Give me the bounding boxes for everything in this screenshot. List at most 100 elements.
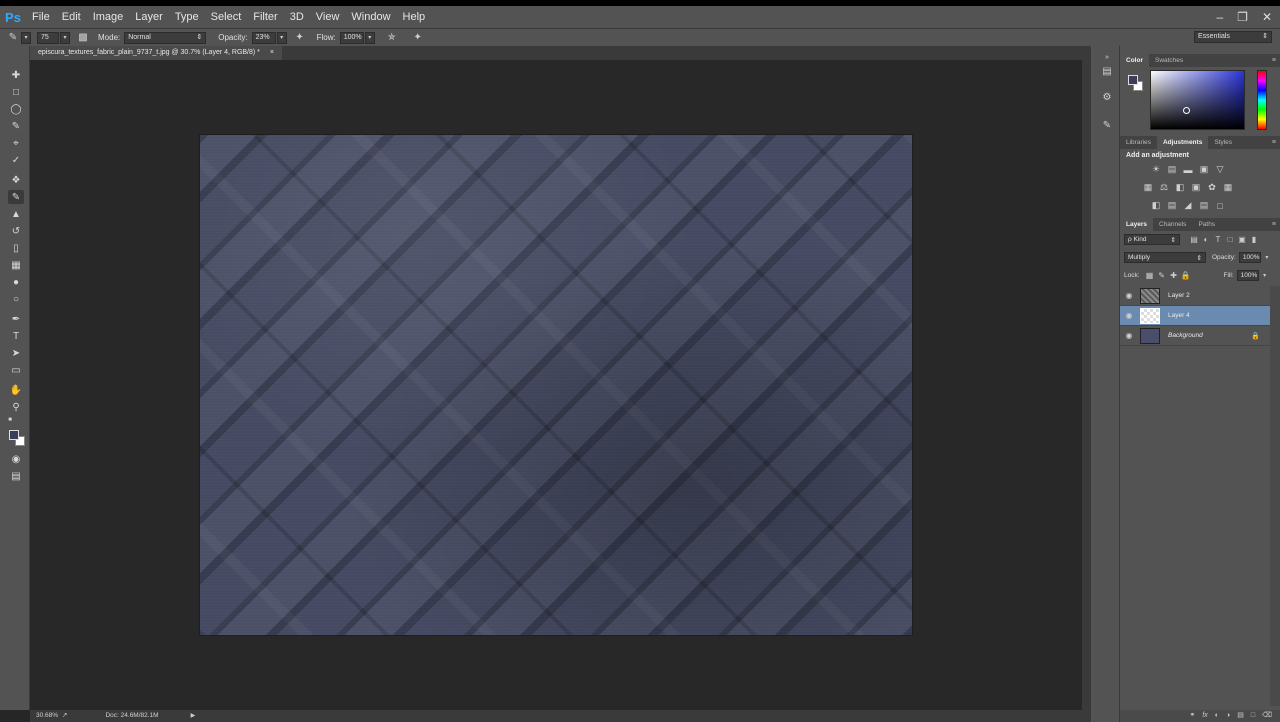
- canvas-vertical-scrollbar[interactable]: [1082, 60, 1090, 710]
- default-colors-icon[interactable]: ■: [6, 416, 14, 424]
- fill-input[interactable]: 100%: [1236, 270, 1259, 281]
- hue-slider[interactable]: [1257, 70, 1267, 130]
- properties-panel-icon[interactable]: ⚙: [1100, 90, 1114, 104]
- menu-edit[interactable]: Edit: [56, 6, 87, 28]
- tab-libraries[interactable]: Libraries: [1120, 136, 1157, 149]
- lock-position-icon[interactable]: ✚: [1168, 270, 1180, 281]
- trash-icon[interactable]: ⌫: [1262, 710, 1272, 722]
- menu-layer[interactable]: Layer: [129, 6, 169, 28]
- color-picker-field[interactable]: [1150, 70, 1245, 130]
- fx-icon[interactable]: fx: [1202, 710, 1207, 722]
- foreground-color-swatch[interactable]: [9, 430, 19, 440]
- quick-mask-icon[interactable]: ◉: [8, 452, 24, 466]
- move-icon[interactable]: ✚: [8, 68, 24, 82]
- marquee-icon[interactable]: □: [8, 85, 24, 99]
- brush-size-picker[interactable]: 75: [37, 31, 59, 44]
- opacity-slider-icon[interactable]: ▾: [276, 31, 287, 44]
- close-tab-icon[interactable]: ×: [270, 46, 274, 60]
- tab-styles[interactable]: Styles: [1208, 136, 1238, 149]
- tab-swatches[interactable]: Swatches: [1149, 54, 1189, 67]
- history-brush-icon[interactable]: ↺: [8, 224, 24, 238]
- quick-select-icon[interactable]: ✎: [8, 119, 24, 133]
- menu-help[interactable]: Help: [397, 6, 432, 28]
- healing-brush-icon[interactable]: ❖: [8, 173, 24, 187]
- filter-toggle-icon[interactable]: ▮: [1248, 234, 1260, 245]
- document-tab[interactable]: episcura_textures_fabric_plain_9737_t.jp…: [30, 46, 282, 60]
- menu-filter[interactable]: Filter: [247, 6, 283, 28]
- gradient-icon[interactable]: ▦: [8, 258, 24, 272]
- filter-type-icon[interactable]: T: [1212, 234, 1224, 245]
- panel-menu-icon[interactable]: ≡: [1272, 136, 1276, 149]
- opacity-input[interactable]: 23%: [251, 31, 276, 44]
- lock-image-icon[interactable]: ✎: [1156, 270, 1168, 281]
- layer-row[interactable]: ◉ Background 🔒: [1120, 326, 1270, 346]
- layer-name[interactable]: Layer 4: [1168, 312, 1190, 319]
- clone-stamp-icon[interactable]: ▲: [8, 207, 24, 221]
- menu-3d[interactable]: 3D: [284, 6, 310, 28]
- lock-transparent-icon[interactable]: ▦: [1144, 270, 1156, 281]
- collapse-panels-icon[interactable]: »: [1100, 50, 1114, 64]
- eye-icon[interactable]: ◉: [1120, 311, 1138, 320]
- tab-paths[interactable]: Paths: [1192, 218, 1221, 231]
- exposure-icon[interactable]: ▣: [1198, 164, 1210, 175]
- menu-window[interactable]: Window: [345, 6, 396, 28]
- panel-menu-icon[interactable]: ≡: [1272, 54, 1276, 67]
- hue-saturation-icon[interactable]: ▦: [1142, 182, 1154, 193]
- type-icon[interactable]: T: [8, 329, 24, 343]
- tool-preset-dropdown-icon[interactable]: ▾: [21, 31, 31, 44]
- blend-mode-select[interactable]: Multiply ⇕: [1124, 252, 1206, 263]
- menu-file[interactable]: File: [26, 6, 56, 28]
- posterize-icon[interactable]: ▤: [1166, 200, 1178, 211]
- eye-icon[interactable]: ◉: [1120, 291, 1138, 300]
- brush-picker-dropdown-icon[interactable]: ▾: [60, 31, 70, 44]
- eraser-icon[interactable]: ▯: [8, 241, 24, 255]
- layer-opacity-input[interactable]: 100%: [1238, 252, 1261, 263]
- layer-opacity-slider-icon[interactable]: ▾: [1261, 252, 1273, 263]
- crop-icon[interactable]: ⌖: [8, 136, 24, 150]
- layer-row[interactable]: ◉ Layer 2: [1120, 286, 1270, 306]
- group-icon[interactable]: ▤: [1237, 710, 1244, 722]
- menu-select[interactable]: Select: [205, 6, 248, 28]
- filter-smart-object-icon[interactable]: ▣: [1236, 234, 1248, 245]
- history-panel-icon[interactable]: ▤: [1100, 64, 1114, 78]
- filter-pixel-icon[interactable]: ▤: [1188, 234, 1200, 245]
- eye-icon[interactable]: ◉: [1120, 331, 1138, 340]
- lasso-icon[interactable]: ◯: [8, 102, 24, 116]
- adjustment-layer-icon[interactable]: ◑: [1226, 710, 1230, 722]
- channel-mixer-icon[interactable]: ✿: [1206, 182, 1218, 193]
- blur-icon[interactable]: ●: [8, 275, 24, 289]
- panel-menu-icon[interactable]: ≡: [1272, 218, 1276, 231]
- selective-color-icon[interactable]: □: [1214, 200, 1226, 211]
- photo-filter-icon[interactable]: ▣: [1190, 182, 1202, 193]
- layer-kind-filter[interactable]: ρ Kind ⇕: [1124, 234, 1180, 245]
- new-layer-icon[interactable]: □: [1251, 710, 1255, 722]
- tab-layers[interactable]: Layers: [1120, 218, 1153, 231]
- menu-view[interactable]: View: [310, 6, 346, 28]
- zoom-readout[interactable]: 30.68%: [30, 710, 60, 722]
- color-panel-foreground-swatch[interactable]: [1128, 75, 1138, 85]
- pen-icon[interactable]: ✒: [8, 312, 24, 326]
- flow-slider-icon[interactable]: ▾: [364, 31, 375, 44]
- vibrance-icon[interactable]: ▽: [1214, 164, 1226, 175]
- filter-shape-icon[interactable]: □: [1224, 234, 1236, 245]
- black-white-icon[interactable]: ◧: [1174, 182, 1186, 193]
- rectangle-icon[interactable]: ▭: [8, 363, 24, 377]
- tab-adjustments[interactable]: Adjustments: [1156, 136, 1209, 149]
- mode-select[interactable]: Normal ⇕: [124, 31, 207, 44]
- mask-icon[interactable]: ◐: [1215, 710, 1219, 722]
- canvas-area[interactable]: [30, 60, 1082, 710]
- zoom-icon[interactable]: ⚲: [8, 400, 24, 414]
- threshold-icon[interactable]: ◢: [1182, 200, 1194, 211]
- brightness-contrast-icon[interactable]: ☀: [1150, 164, 1162, 175]
- color-field-cursor[interactable]: [1183, 107, 1190, 114]
- fill-slider-icon[interactable]: ▾: [1259, 270, 1271, 281]
- layers-scrollbar[interactable]: [1270, 286, 1280, 706]
- minimize-button[interactable]: –: [1216, 10, 1223, 24]
- document-image-fabric-texture[interactable]: [200, 135, 912, 635]
- menu-type[interactable]: Type: [169, 6, 205, 28]
- lock-all-icon[interactable]: 🔒: [1180, 270, 1192, 281]
- layer-name[interactable]: Layer 2: [1168, 292, 1190, 299]
- layer-row[interactable]: ◉ Layer 4: [1120, 306, 1270, 326]
- invert-icon[interactable]: ◧: [1150, 200, 1162, 211]
- status-menu-arrow-icon[interactable]: ▶: [191, 710, 196, 722]
